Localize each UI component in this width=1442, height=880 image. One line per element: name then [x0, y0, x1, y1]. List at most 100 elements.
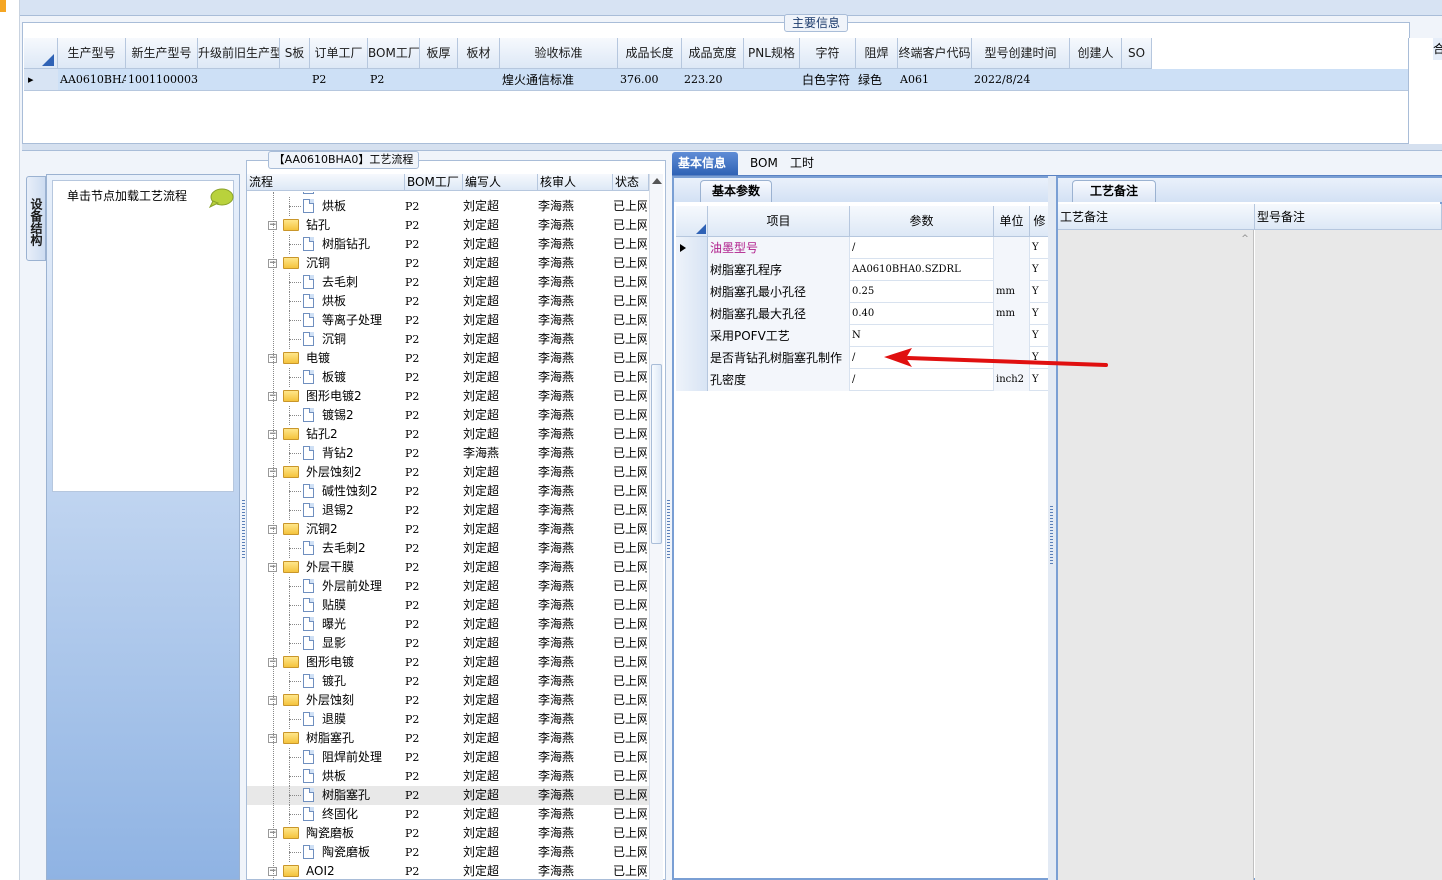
tree-row[interactable]: − 树脂塞孔 P2 刘定超 李海燕 已上网 [247, 729, 649, 748]
main-col-5[interactable]: BOM工厂 [368, 38, 420, 69]
params-col-3[interactable]: 修 [1030, 206, 1050, 237]
main-col-14[interactable]: 终端客户代码 [898, 38, 972, 69]
tree-row[interactable]: − 陶瓷磨板 P2 刘定超 李海燕 已上网 [247, 824, 649, 843]
tree-row[interactable]: − 钻孔2 P2 刘定超 李海燕 已上网 [247, 425, 649, 444]
device-tree-hint[interactable]: 单击节点加载工艺流程 [53, 181, 233, 213]
reviewer-cell: 李海燕 [538, 674, 575, 688]
tab-work-hours[interactable]: 工时 [784, 152, 820, 175]
tree-row[interactable]: 烘板 P2 刘定超 李海燕 已上网 [247, 197, 649, 216]
tree-row[interactable]: 等离子处理 P2 刘定超 李海燕 已上网 [247, 311, 649, 330]
param-value-cell[interactable]: AA0610BHA0.SZDRL [850, 259, 994, 281]
status-cell: 已上网 [613, 427, 647, 441]
param-value-cell[interactable]: 0.25 [850, 281, 994, 303]
tree-row[interactable]: − 钻孔 P2 刘定超 李海燕 已上网 [247, 216, 649, 235]
tree-row[interactable]: 终固化 P2 刘定超 李海燕 已上网 [247, 805, 649, 824]
model-remark-column[interactable]: 型号备注 [1255, 204, 1442, 230]
tree-row[interactable]: − 沉铜 P2 刘定超 李海燕 已上网 [247, 254, 649, 273]
tree-row[interactable]: 烘板 P2 刘定超 李海燕 已上网 [247, 767, 649, 786]
flow-col-process[interactable]: 流程 [247, 174, 405, 190]
main-col-16[interactable]: 创建人 [1070, 38, 1122, 69]
tree-row[interactable]: 显影 P2 刘定超 李海燕 已上网 [247, 634, 649, 653]
middle-splitter-grip[interactable] [667, 500, 670, 560]
tree-row[interactable]: 贴膜 P2 刘定超 李海燕 已上网 [247, 596, 649, 615]
param-value-cell[interactable]: 0.40 [850, 303, 994, 325]
tab-bom[interactable]: BOM [744, 152, 784, 175]
params-col-0[interactable]: 项目 [708, 206, 850, 237]
right-splitter-grip[interactable] [1050, 506, 1053, 566]
bom-factory-cell: P2 [405, 219, 420, 232]
main-col-0[interactable]: 生产型号 [58, 38, 126, 69]
tree-row[interactable]: 退膜 P2 刘定超 李海燕 已上网 [247, 710, 649, 729]
param-flag-cell[interactable]: Y [1030, 259, 1050, 281]
flow-col-status[interactable]: 状态 [613, 174, 649, 190]
main-col-6[interactable]: 板厚 [420, 38, 458, 69]
tree-line [289, 415, 301, 416]
flow-col-writer[interactable]: 编写人 [463, 174, 538, 190]
main-col-9[interactable]: 成品长度 [618, 38, 682, 69]
tree-node-label: 阻焊前处理 [322, 750, 383, 764]
tree-row[interactable]: 阻焊前处理 P2 刘定超 李海燕 已上网 [247, 748, 649, 767]
tree-row[interactable]: − 外层蚀刻 P2 刘定超 李海燕 已上网 [247, 691, 649, 710]
param-flag-cell[interactable]: Y [1030, 303, 1050, 325]
bom-factory-cell: P2 [405, 257, 420, 270]
flow-scrollbar[interactable] [649, 174, 663, 880]
tree-row[interactable]: 镀孔 P2 刘定超 李海燕 已上网 [247, 672, 649, 691]
tree-row[interactable]: 曝光 P2 刘定超 李海燕 已上网 [247, 615, 649, 634]
main-col-10[interactable]: 成品宽度 [682, 38, 744, 69]
main-col-3[interactable]: S板 [280, 38, 310, 69]
tree-row[interactable]: 去毛刺 P2 刘定超 李海燕 已上网 [247, 273, 649, 292]
tree-row[interactable]: − 图形电镀 P2 刘定超 李海燕 已上网 [247, 653, 649, 672]
main-col-4[interactable]: 订单工厂 [310, 38, 368, 69]
tree-row[interactable]: − 外层蚀刻2 P2 刘定超 李海燕 已上网 [247, 463, 649, 482]
tree-row[interactable]: 退锡2 P2 刘定超 李海燕 已上网 [247, 501, 649, 520]
flow-col-reviewer[interactable]: 核审人 [538, 174, 613, 190]
model-remark-input[interactable] [1255, 230, 1442, 880]
tree-row[interactable]: 镀锡2 P2 刘定超 李海燕 已上网 [247, 406, 649, 425]
basic-params-tab[interactable]: 基本参数 [700, 180, 772, 202]
param-row[interactable]: 树脂塞孔最小孔径 0.25 mm Y [676, 281, 1050, 303]
tab-basic-info[interactable]: 基本信息 [672, 152, 738, 175]
param-row[interactable]: 树脂塞孔程序 AA0610BHA0.SZDRL Y [676, 259, 1050, 281]
main-col-8[interactable]: 验收标准 [500, 38, 618, 69]
tree-row[interactable]: 沉铜 P2 刘定超 李海燕 已上网 [247, 330, 649, 349]
left-splitter-grip[interactable] [242, 500, 245, 560]
remark-scroll-up-icon[interactable]: ^ [1238, 232, 1252, 246]
tree-row[interactable]: − 外层干膜 P2 刘定超 李海燕 已上网 [247, 558, 649, 577]
main-col-12[interactable]: 字符 [800, 38, 856, 69]
tree-row[interactable]: − 沉铜2 P2 刘定超 李海燕 已上网 [247, 520, 649, 539]
main-col-2[interactable]: 升级前旧生产型号 [198, 38, 280, 69]
main-col-11[interactable]: PNL规格 [744, 38, 800, 69]
param-value-cell[interactable]: / [850, 237, 994, 259]
param-flag-cell[interactable]: Y [1030, 237, 1050, 259]
main-col-13[interactable]: 阻焊 [856, 38, 898, 69]
tree-row[interactable]: − 电镀 P2 刘定超 李海燕 已上网 [247, 349, 649, 368]
scroll-up-icon[interactable] [652, 178, 662, 184]
param-row[interactable]: 树脂塞孔最大孔径 0.40 mm Y [676, 303, 1050, 325]
tree-row[interactable]: 碱性蚀刻2 P2 刘定超 李海燕 已上网 [247, 482, 649, 501]
remarks-tab[interactable]: 工艺备注 [1072, 180, 1156, 202]
params-col-1[interactable]: 参数 [850, 206, 994, 237]
tree-row[interactable]: 背钻2 P2 李海燕 李海燕 已上网 [247, 444, 649, 463]
scroll-thumb[interactable] [651, 364, 662, 544]
process-remark-input[interactable] [1058, 230, 1254, 880]
params-col-2[interactable]: 单位 [994, 206, 1030, 237]
tree-row[interactable]: 去毛刺2 P2 刘定超 李海燕 已上网 [247, 539, 649, 558]
tree-row[interactable]: 板镀 P2 刘定超 李海燕 已上网 [247, 368, 649, 387]
param-flag-cell[interactable]: Y [1030, 281, 1050, 303]
main-col-7[interactable]: 板材 [458, 38, 500, 69]
device-structure-tab[interactable]: 设备结构 [26, 176, 46, 261]
tree-row[interactable]: 树脂塞孔 P2 刘定超 李海燕 已上网 [247, 786, 649, 805]
param-row[interactable]: 油墨型号 / Y [676, 237, 1050, 259]
main-col-17[interactable]: SO [1122, 38, 1152, 69]
process-remark-column[interactable]: 工艺备注 [1058, 204, 1255, 230]
tree-row[interactable]: 烘板 P2 刘定超 李海燕 已上网 [247, 292, 649, 311]
tree-row[interactable]: 外层前处理 P2 刘定超 李海燕 已上网 [247, 577, 649, 596]
flow-col-bom[interactable]: BOM工厂 [405, 174, 463, 190]
right-splitter[interactable] [1048, 176, 1056, 880]
main-col-15[interactable]: 型号创建时间 [972, 38, 1070, 69]
tree-row[interactable]: − AOI2 P2 刘定超 李海燕 已上网 [247, 862, 649, 880]
tree-row[interactable]: 树脂钻孔 P2 刘定超 李海燕 已上网 [247, 235, 649, 254]
tree-row[interactable]: − 图形电镀2 P2 刘定超 李海燕 已上网 [247, 387, 649, 406]
main-col-1[interactable]: 新生产型号 [126, 38, 198, 69]
tree-row[interactable]: 陶瓷磨板 P2 刘定超 李海燕 已上网 [247, 843, 649, 862]
